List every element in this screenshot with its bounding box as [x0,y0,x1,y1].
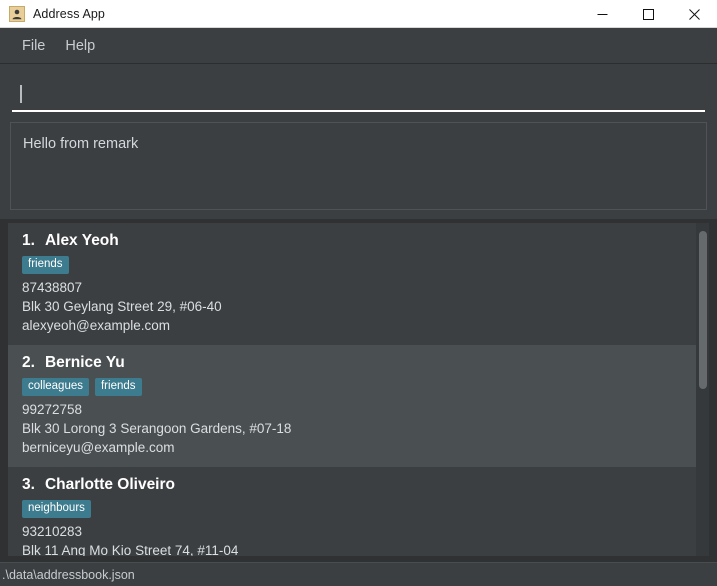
person-list-panel: 1. Alex Yeoh friends 87438807 Blk 30 Gey… [8,223,709,556]
tag-badge: friends [22,256,69,274]
status-bar: .\data\addressbook.json [0,562,717,586]
person-header: 2. Bernice Yu [22,354,682,372]
command-input[interactable] [12,78,705,112]
vertical-scrollbar[interactable] [696,223,709,556]
person-phone: 87438807 [22,278,682,297]
person-header: 1. Alex Yeoh [22,232,682,250]
tag-row: colleagues friends [22,378,682,396]
result-display-area: Hello from remark [0,116,717,219]
tag-badge: colleagues [22,378,89,396]
save-location-path: .\data\addressbook.json [2,568,135,582]
close-button[interactable] [671,0,717,28]
person-index: 1. [22,232,35,250]
menu-bar: File Help [0,28,717,64]
tag-row: friends [22,256,682,274]
window-controls [579,0,717,28]
person-email: alexyeoh@example.com [22,316,682,335]
list-item[interactable]: 3. Charlotte Oliveiro neighbours 9321028… [8,467,696,556]
result-display-box: Hello from remark [10,122,707,210]
menu-item-file[interactable]: File [12,34,55,58]
person-phone: 93210283 [22,522,682,541]
menu-item-help[interactable]: Help [55,34,105,58]
person-name: Charlotte Oliveiro [45,476,175,494]
person-name: Alex Yeoh [45,232,119,250]
person-address: Blk 11 Ang Mo Kio Street 74, #11-04 [22,541,682,556]
result-message: Hello from remark [23,136,694,153]
scrollbar-thumb[interactable] [699,231,707,389]
person-index: 3. [22,476,35,494]
person-index: 2. [22,354,35,372]
maximize-button[interactable] [625,0,671,28]
person-list-items: 1. Alex Yeoh friends 87438807 Blk 30 Gey… [8,223,696,556]
tag-badge: friends [95,378,142,396]
title-bar: Address App [0,0,717,28]
window-title: Address App [33,7,105,21]
person-address: Blk 30 Lorong 3 Serangoon Gardens, #07-1… [22,419,682,438]
command-input-area [0,64,717,116]
tag-badge: neighbours [22,500,91,518]
minimize-button[interactable] [579,0,625,28]
person-name: Bernice Yu [45,354,125,372]
person-header: 3. Charlotte Oliveiro [22,476,682,494]
person-phone: 99272758 [22,400,682,419]
person-list-area: 1. Alex Yeoh friends 87438807 Blk 30 Gey… [0,219,717,562]
person-address: Blk 30 Geylang Street 29, #06-40 [22,297,682,316]
text-caret [20,85,22,103]
tag-row: neighbours [22,500,682,518]
person-email: berniceyu@example.com [22,438,682,457]
address-book-icon [9,6,25,22]
list-item[interactable]: 1. Alex Yeoh friends 87438807 Blk 30 Gey… [8,223,696,345]
list-item[interactable]: 2. Bernice Yu colleagues friends 9927275… [8,345,696,467]
